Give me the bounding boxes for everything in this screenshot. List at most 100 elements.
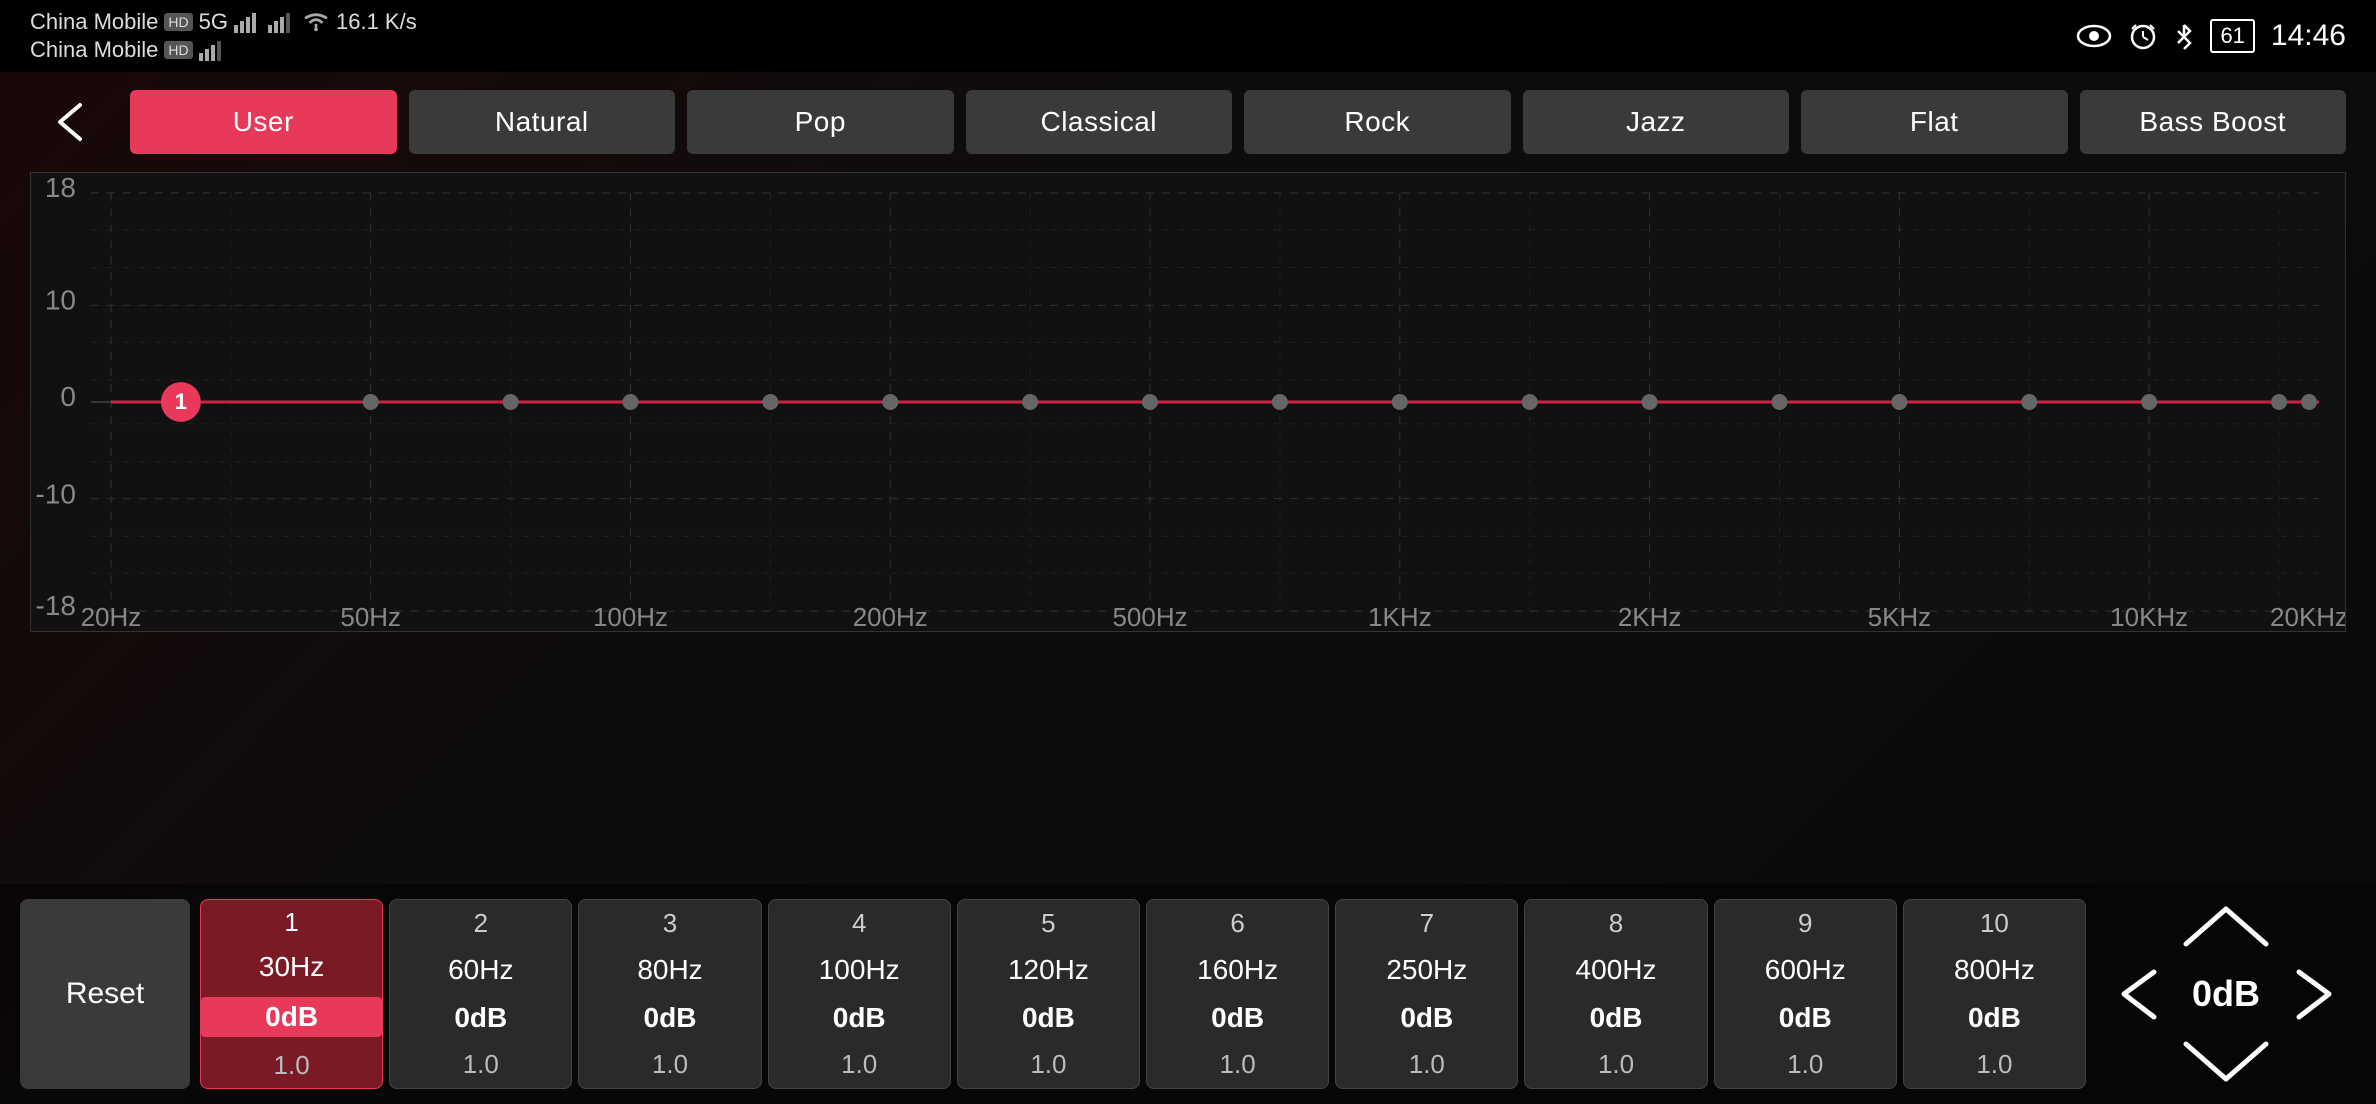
band-cell-5[interactable]: 5 120Hz 0dB 1.0 [957, 899, 1140, 1089]
svg-text:1: 1 [175, 389, 187, 414]
band-num-6: 6 [1230, 908, 1244, 939]
bluetooth-icon [2174, 21, 2194, 51]
preset-btn-bass-boost[interactable]: Bass Boost [2080, 90, 2347, 154]
preset-btn-classical[interactable]: Classical [966, 90, 1233, 154]
band-freq-9: 600Hz [1765, 954, 1846, 986]
band-freq-4: 100Hz [819, 954, 900, 986]
band-db-8: 0dB [1590, 1002, 1643, 1034]
carrier2-label: China Mobile [30, 37, 158, 63]
band-cells: 130Hz0dB1.0260Hz0dB1.0380Hz0dB1.04100Hz0… [200, 899, 2086, 1089]
band-db-4: 0dB [833, 1002, 886, 1034]
band-q-5: 1.0 [1030, 1049, 1066, 1080]
svg-text:0: 0 [60, 381, 76, 412]
back-button[interactable] [30, 90, 110, 154]
band-db-7: 0dB [1400, 1002, 1453, 1034]
band-db-2: 0dB [454, 1002, 507, 1034]
eye-icon [2076, 22, 2112, 50]
band-num-7: 7 [1420, 908, 1434, 939]
status-right: 61 14:46 [2076, 19, 2346, 53]
svg-text:-18: -18 [36, 590, 76, 621]
battery-indicator: 61 [2210, 19, 2254, 53]
band-num-1: 1 [284, 907, 298, 938]
band-freq-10: 800Hz [1954, 954, 2035, 986]
band-db-10: 0dB [1968, 1002, 2021, 1034]
time-display: 14:46 [2271, 19, 2346, 53]
signal2-icon [199, 39, 227, 61]
carrier-info: China Mobile HD 5G 16.1 K/s China Mobile… [30, 9, 417, 63]
header-row: UserNaturalPopClassicalRockJazzFlatBass … [0, 72, 2376, 172]
svg-text:2KHz: 2KHz [1618, 604, 1682, 631]
nav-right-button[interactable] [2286, 967, 2341, 1022]
band-q-6: 1.0 [1220, 1049, 1256, 1080]
band-q-2: 1.0 [463, 1049, 499, 1080]
network-speed: 16.1 K/s [336, 9, 417, 35]
band-db-5: 0dB [1022, 1002, 1075, 1034]
preset-btn-natural[interactable]: Natural [409, 90, 676, 154]
preset-btn-user[interactable]: User [130, 90, 397, 154]
band-db-9: 0dB [1779, 1002, 1832, 1034]
band-cell-4[interactable]: 4 100Hz 0dB 1.0 [768, 899, 951, 1089]
eq-chart-container: 18 10 0 -10 -18 1 [30, 172, 2346, 632]
preset-btn-rock[interactable]: Rock [1244, 90, 1511, 154]
band-cell-3[interactable]: 3 80Hz 0dB 1.0 [578, 899, 761, 1089]
band-num-8: 8 [1609, 908, 1623, 939]
band-q-7: 1.0 [1409, 1049, 1445, 1080]
nav-middle: 0dB [2096, 967, 2356, 1022]
carrier1-hd: HD [164, 13, 192, 31]
right-nav-controls: 0dB [2096, 899, 2356, 1089]
status-bar: China Mobile HD 5G 16.1 K/s China Mobile… [0, 0, 2376, 72]
svg-text:10: 10 [45, 284, 76, 315]
band-cell-1[interactable]: 1 30Hz 0dB 1.0 [200, 899, 383, 1089]
band-db-1: 0dB [201, 997, 382, 1037]
band-q-4: 1.0 [841, 1049, 877, 1080]
band-q-9: 1.0 [1787, 1049, 1823, 1080]
band-db-3: 0dB [644, 1002, 697, 1034]
band-cell-9[interactable]: 9 600Hz 0dB 1.0 [1714, 899, 1897, 1089]
nav-current-value: 0dB [2176, 973, 2276, 1015]
svg-text:5KHz: 5KHz [1868, 604, 1932, 631]
band-q-3: 1.0 [652, 1049, 688, 1080]
band-num-5: 5 [1041, 908, 1055, 939]
band-freq-2: 60Hz [448, 954, 513, 986]
band-freq-1: 30Hz [259, 951, 324, 983]
eq-chart[interactable]: 18 10 0 -10 -18 1 [30, 172, 2346, 632]
svg-text:-10: -10 [36, 479, 76, 510]
preset-btn-pop[interactable]: Pop [687, 90, 954, 154]
band-num-3: 3 [663, 908, 677, 939]
wifi-icon [302, 11, 330, 33]
svg-text:18: 18 [45, 173, 76, 203]
svg-text:20KHz: 20KHz [2270, 604, 2345, 631]
band-q-8: 1.0 [1598, 1049, 1634, 1080]
band-freq-6: 160Hz [1197, 954, 1278, 986]
band-freq-8: 400Hz [1576, 954, 1657, 986]
carrier1-gen: 5G [199, 9, 228, 35]
band-cell-2[interactable]: 260Hz0dB1.0 [389, 899, 572, 1089]
svg-text:20Hz: 20Hz [81, 604, 142, 631]
band-cell-7[interactable]: 7 250Hz 0dB 1.0 [1335, 899, 1518, 1089]
band-freq-3: 80Hz [637, 954, 702, 986]
svg-text:500Hz: 500Hz [1112, 604, 1187, 631]
svg-text:200Hz: 200Hz [853, 604, 928, 631]
band-cell-8[interactable]: 8 400Hz 0dB 1.0 [1524, 899, 1707, 1089]
nav-up-button[interactable] [2176, 899, 2276, 954]
band-num-10: 10 [1980, 908, 2009, 939]
preset-btn-flat[interactable]: Flat [1801, 90, 2068, 154]
carrier2-hd: HD [164, 41, 192, 59]
band-num-9: 9 [1798, 908, 1812, 939]
nav-left-button[interactable] [2111, 967, 2166, 1022]
band-freq-5: 120Hz [1008, 954, 1089, 986]
alarm-icon [2128, 21, 2158, 51]
nav-down-button[interactable] [2176, 1034, 2276, 1089]
svg-text:100Hz: 100Hz [593, 604, 668, 631]
preset-btn-jazz[interactable]: Jazz [1523, 90, 1790, 154]
band-q-1: 1.0 [274, 1050, 310, 1081]
main-content: UserNaturalPopClassicalRockJazzFlatBass … [0, 72, 2376, 1104]
reset-button[interactable]: Reset [20, 899, 190, 1089]
band-num-4: 4 [852, 908, 866, 939]
band-cell-6[interactable]: 6160Hz0dB1.0 [1146, 899, 1329, 1089]
band-freq-7: 250Hz [1386, 954, 1467, 986]
preset-buttons: UserNaturalPopClassicalRockJazzFlatBass … [130, 90, 2346, 154]
band-cell-10[interactable]: 10800Hz0dB1.0 [1903, 899, 2086, 1089]
bottom-controls: Reset 130Hz0dB1.0260Hz0dB1.0380Hz0dB1.04… [0, 884, 2376, 1104]
svg-text:1KHz: 1KHz [1368, 604, 1432, 631]
